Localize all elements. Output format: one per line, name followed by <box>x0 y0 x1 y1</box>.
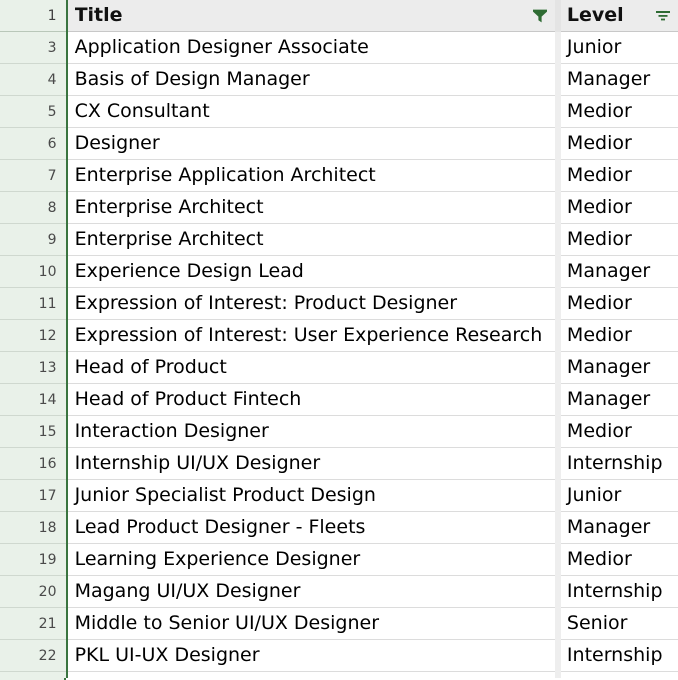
cell-level[interactable]: Medior <box>557 191 678 224</box>
cell-title[interactable]: Basis of Design Manager <box>66 63 561 96</box>
table-row: 4 Basis of Design Manager Manager <box>0 63 678 96</box>
row-number[interactable]: 21 <box>0 607 68 640</box>
row-number[interactable]: 7 <box>0 159 68 192</box>
column-header-label-level: Level <box>566 4 624 26</box>
table-row: 21 Middle to Senior UI/UX Designer Senior <box>0 607 678 640</box>
row-number[interactable]: 4 <box>0 63 68 96</box>
cell-level[interactable]: Manager <box>557 255 678 288</box>
row-number[interactable]: 5 <box>0 95 68 128</box>
table-row: 5 CX Consultant Medior <box>0 95 678 128</box>
cell-level[interactable]: Senior <box>557 607 678 640</box>
row-number[interactable]: 3 <box>0 31 68 64</box>
cell-level[interactable]: Manager <box>557 63 678 96</box>
row-number[interactable]: 19 <box>0 543 68 576</box>
cell-title[interactable]: Internship UI/UX Designer <box>66 447 561 480</box>
cell-level[interactable]: Internship <box>557 639 678 672</box>
table-row: 3 Application Designer Associate Junior <box>0 31 678 64</box>
header-row: 1 Title Level <box>0 0 678 32</box>
cell-level[interactable]: Medior <box>557 95 678 128</box>
cell-level[interactable]: Manager <box>557 383 678 416</box>
cell-level[interactable]: Medior <box>557 287 678 320</box>
row-number[interactable]: 10 <box>0 255 68 288</box>
row-number[interactable]: 11 <box>0 287 68 320</box>
cell-title[interactable]: Magang UI/UX Designer <box>66 575 561 608</box>
cell-level[interactable]: Junior <box>557 479 678 512</box>
spreadsheet-grid: 1 Title Level 3 Application Designer Associa… <box>0 0 678 680</box>
cell-level[interactable]: Medior <box>557 543 678 576</box>
table-row: 18 Lead Product Designer - Fleets Manager <box>0 511 678 544</box>
cell-title[interactable]: Expression of Interest: Product Designer <box>66 287 561 320</box>
table-row: 15 Interaction Designer Medior <box>0 415 678 448</box>
row-number[interactable]: 14 <box>0 383 68 416</box>
cell-level[interactable]: Medior <box>557 159 678 192</box>
cell-level[interactable]: Medior <box>557 223 678 256</box>
table-row: 16 Internship UI/UX Designer Internship <box>0 447 678 480</box>
cell-title[interactable]: Enterprise Architect <box>66 223 561 256</box>
column-header-title[interactable]: Title <box>66 0 561 32</box>
column-header-level[interactable]: Level <box>557 0 678 32</box>
table-row: 12 Expression of Interest: User Experienc… <box>0 319 678 352</box>
cell-title[interactable]: Head of Product Fintech <box>66 383 561 416</box>
cell-title[interactable]: Enterprise Architect <box>66 191 561 224</box>
table-row: 7 Enterprise Application Architect Medior <box>0 159 678 192</box>
row-number[interactable]: 18 <box>0 511 68 544</box>
filter-lines-icon[interactable] <box>654 7 672 25</box>
row-number[interactable]: 8 <box>0 191 68 224</box>
cell-title[interactable]: Application Designer Associate <box>66 31 561 64</box>
cell-level[interactable]: Manager <box>557 351 678 384</box>
row-number[interactable]: 15 <box>0 415 68 448</box>
cell-title[interactable]: CX Consultant <box>66 95 561 128</box>
cell-title[interactable]: Designer <box>66 127 561 160</box>
cell-level[interactable]: Medior <box>557 319 678 352</box>
row-number[interactable]: 20 <box>0 575 68 608</box>
row-number[interactable]: 13 <box>0 351 68 384</box>
cell-level[interactable]: Medior <box>557 127 678 160</box>
cell-title[interactable]: Interaction Designer <box>66 415 561 448</box>
table-row: 13 Head of Product Manager <box>0 351 678 384</box>
row-number[interactable]: 22 <box>0 639 68 672</box>
table-row: 17 Junior Specialist Product Design Junior <box>0 479 678 512</box>
table-row: 9 Enterprise Architect Medior <box>0 223 678 256</box>
table-row: 6 Designer Medior <box>0 127 678 160</box>
cell-title[interactable]: Lead Product Designer - Fleets <box>66 511 561 544</box>
cell-level[interactable]: Internship <box>557 447 678 480</box>
cell-title[interactable]: Head of Product <box>66 351 561 384</box>
row-number[interactable]: 12 <box>0 319 68 352</box>
cell-title[interactable]: Enterprise Application Architect <box>66 159 561 192</box>
cell-title[interactable]: Middle to Senior UI/UX Designer <box>66 607 561 640</box>
row-number[interactable]: 17 <box>0 479 68 512</box>
cell-title[interactable]: Learning Experience Designer <box>66 543 561 576</box>
cell-level[interactable]: Internship <box>557 575 678 608</box>
table-row: 22 PKL UI-UX Designer Internship <box>0 639 678 672</box>
table-row: 8 Enterprise Architect Medior <box>0 191 678 224</box>
filter-funnel-active-icon[interactable] <box>531 7 549 25</box>
table-row: 10 Experience Design Lead Manager <box>0 255 678 288</box>
data-table: 1 Title Level 3 Application Designer Associa… <box>0 0 678 680</box>
cell-level[interactable]: Manager <box>557 511 678 544</box>
row-number[interactable]: 16 <box>0 447 68 480</box>
cell-title[interactable]: Junior Specialist Product Design <box>66 479 561 512</box>
table-row: 11 Expression of Interest: Product Design… <box>0 287 678 320</box>
cell-title[interactable]: Expression of Interest: User Experience … <box>66 319 561 352</box>
row-number[interactable]: 6 <box>0 127 68 160</box>
row-number-header[interactable]: 1 <box>0 0 68 32</box>
table-row: 19 Learning Experience Designer Medior <box>0 543 678 576</box>
cell-level[interactable]: Junior <box>557 31 678 64</box>
cell-title[interactable]: Experience Design Lead <box>66 255 561 288</box>
cell-level[interactable]: Medior <box>557 415 678 448</box>
cell-title[interactable]: PKL UI-UX Designer <box>66 639 561 672</box>
table-row: 14 Head of Product Fintech Manager <box>0 383 678 416</box>
table-row: 20 Magang UI/UX Designer Internship <box>0 575 678 608</box>
row-number[interactable]: 9 <box>0 223 68 256</box>
column-header-label-title: Title <box>74 4 123 26</box>
